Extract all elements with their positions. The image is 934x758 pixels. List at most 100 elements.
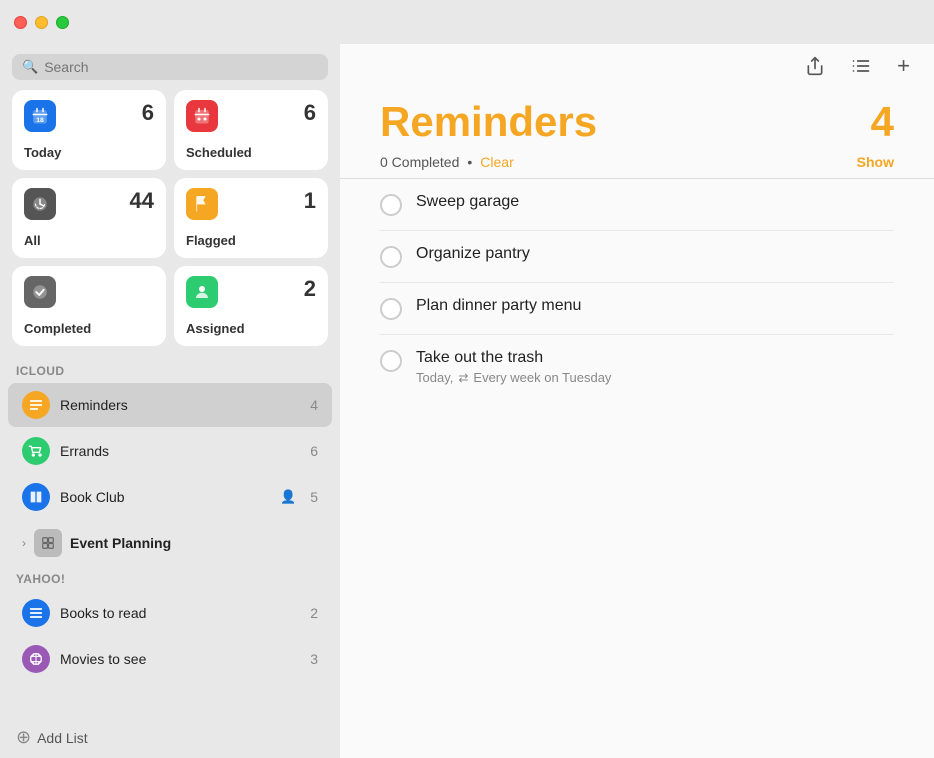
flagged-label: Flagged xyxy=(186,233,316,248)
close-button[interactable] xyxy=(14,16,27,29)
maximize-button[interactable] xyxy=(56,16,69,29)
clear-button[interactable]: Clear xyxy=(480,154,513,170)
task-item-sweep-garage: Sweep garage xyxy=(380,179,894,231)
list-item-books-to-read[interactable]: Books to read 2 xyxy=(8,591,332,635)
all-count: 44 xyxy=(130,188,154,214)
reminders-list-count: 4 xyxy=(310,397,318,413)
smart-lists-grid: 18 6 Today 6 Scheduled xyxy=(0,90,340,358)
all-label: All xyxy=(24,233,154,248)
app-container: 🔍 18 6 Today xyxy=(0,44,934,758)
task-checkbox-plan-dinner[interactable] xyxy=(380,298,402,320)
task-text-sweep-garage: Sweep garage xyxy=(416,193,894,211)
assigned-count: 2 xyxy=(304,276,316,302)
errands-list-icon xyxy=(22,437,50,465)
task-subtitle-take-trash: Today, ⇄ Every week on Tuesday xyxy=(416,370,894,385)
event-planning-group-icon xyxy=(34,529,62,557)
repeat-icon: ⇄ xyxy=(458,371,468,385)
bookclub-list-count: 5 xyxy=(310,489,318,505)
task-checkbox-organize-pantry[interactable] xyxy=(380,246,402,268)
search-area: 🔍 xyxy=(0,44,340,90)
scheduled-icon xyxy=(186,100,218,132)
title-bar xyxy=(0,0,934,44)
all-icon xyxy=(24,188,56,220)
bookclub-list-name: Book Club xyxy=(60,489,270,505)
scheduled-count: 6 xyxy=(304,100,316,126)
flagged-icon xyxy=(186,188,218,220)
today-count: 6 xyxy=(142,100,154,126)
smart-card-today[interactable]: 18 6 Today xyxy=(12,90,166,170)
add-list-icon: ⊕ xyxy=(16,727,31,748)
search-icon: 🔍 xyxy=(22,59,38,75)
svg-text:18: 18 xyxy=(36,117,44,124)
task-title-organize-pantry: Organize pantry xyxy=(416,245,894,263)
assigned-label: Assigned xyxy=(186,321,316,336)
task-title-take-trash: Take out the trash xyxy=(416,349,894,367)
books-list-name: Books to read xyxy=(60,605,300,621)
errands-list-name: Errands xyxy=(60,443,300,459)
task-checkbox-sweep-garage[interactable] xyxy=(380,194,402,216)
event-planning-group-name: Event Planning xyxy=(70,535,171,551)
flagged-count: 1 xyxy=(304,188,316,214)
completed-icon xyxy=(24,276,56,308)
completed-bar: 0 Completed • Clear Show xyxy=(340,146,934,179)
group-item-event-planning[interactable]: › Event Planning xyxy=(8,521,332,565)
errands-list-count: 6 xyxy=(310,443,318,459)
reminders-header: Reminders 4 xyxy=(340,88,934,146)
movies-list-count: 3 xyxy=(310,651,318,667)
bookclub-shared-icon: 👤 xyxy=(280,489,296,505)
task-title-sweep-garage: Sweep garage xyxy=(416,193,894,211)
yahoo-section-label: Yahoo! xyxy=(0,566,340,590)
add-list-label: Add List xyxy=(37,730,88,746)
task-text-organize-pantry: Organize pantry xyxy=(416,245,894,263)
traffic-lights xyxy=(14,16,69,29)
list-options-button[interactable] xyxy=(847,52,875,80)
list-item-bookclub[interactable]: Book Club 👤 5 xyxy=(8,475,332,519)
task-item-plan-dinner: Plan dinner party menu xyxy=(380,283,894,335)
smart-card-all[interactable]: 44 All xyxy=(12,178,166,258)
task-checkbox-take-trash[interactable] xyxy=(380,350,402,372)
add-list-button[interactable]: ⊕ Add List xyxy=(0,717,340,758)
list-item-reminders[interactable]: Reminders 4 xyxy=(8,383,332,427)
reminders-list-icon xyxy=(22,391,50,419)
smart-card-scheduled[interactable]: 6 Scheduled xyxy=(174,90,328,170)
today-icon: 18 xyxy=(24,100,56,132)
share-button[interactable] xyxy=(801,51,829,81)
completed-info: 0 Completed • Clear xyxy=(380,154,514,170)
sidebar: 🔍 18 6 Today xyxy=(0,44,340,758)
icloud-section-label: iCloud xyxy=(0,358,340,382)
movies-list-icon xyxy=(22,645,50,673)
scheduled-label: Scheduled xyxy=(186,145,316,160)
bookclub-list-icon xyxy=(22,483,50,511)
list-item-errands[interactable]: Errands 6 xyxy=(8,429,332,473)
books-list-count: 2 xyxy=(310,605,318,621)
completed-label: Completed xyxy=(24,321,154,336)
reminders-list-name: Reminders xyxy=(60,397,300,413)
task-item-take-trash: Take out the trash Today, ⇄ Every week o… xyxy=(380,335,894,399)
completed-count-label: 0 Completed xyxy=(380,154,459,170)
chevron-right-icon: › xyxy=(22,536,26,550)
list-item-movies-to-see[interactable]: Movies to see 3 xyxy=(8,637,332,681)
dot-separator: • xyxy=(467,154,472,170)
smart-card-completed[interactable]: Completed xyxy=(12,266,166,346)
task-text-plan-dinner: Plan dinner party menu xyxy=(416,297,894,315)
books-list-icon xyxy=(22,599,50,627)
main-toolbar: + xyxy=(340,44,934,88)
task-list: Sweep garage Organize pantry Plan dinner… xyxy=(340,179,934,758)
reminders-title: Reminders xyxy=(380,98,597,146)
add-reminder-button[interactable]: + xyxy=(893,49,914,83)
main-content: + Reminders 4 0 Completed • Clear Show S… xyxy=(340,44,934,758)
assigned-icon xyxy=(186,276,218,308)
task-date-take-trash: Today, xyxy=(416,370,453,385)
search-input[interactable] xyxy=(44,59,318,75)
minimize-button[interactable] xyxy=(35,16,48,29)
show-button[interactable]: Show xyxy=(857,154,894,170)
reminders-count: 4 xyxy=(871,98,894,146)
task-repeat-text: Every week on Tuesday xyxy=(473,370,611,385)
smart-card-flagged[interactable]: 1 Flagged xyxy=(174,178,328,258)
today-label: Today xyxy=(24,145,154,160)
movies-list-name: Movies to see xyxy=(60,651,300,667)
search-box[interactable]: 🔍 xyxy=(12,54,328,80)
task-item-organize-pantry: Organize pantry xyxy=(380,231,894,283)
smart-card-assigned[interactable]: 2 Assigned xyxy=(174,266,328,346)
task-text-take-trash: Take out the trash Today, ⇄ Every week o… xyxy=(416,349,894,385)
